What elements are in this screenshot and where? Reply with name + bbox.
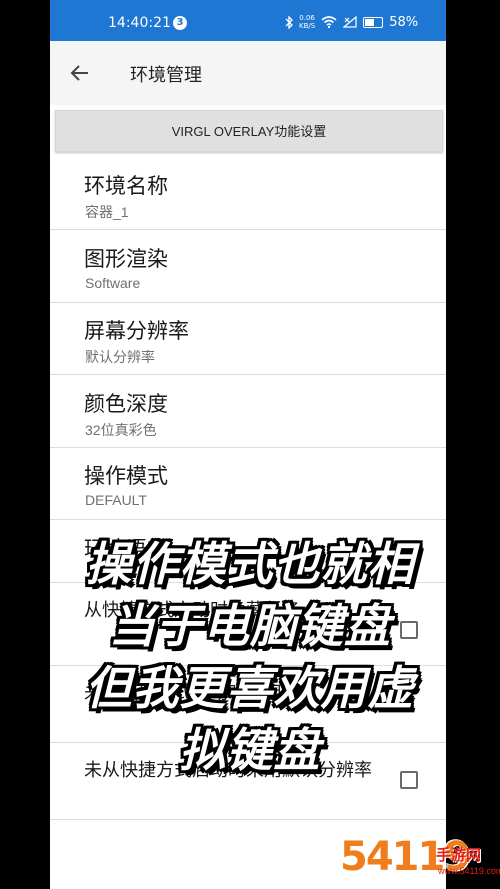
pref-screen-resolution[interactable]: 屏幕分辨率 默认分辨率 — [50, 303, 446, 375]
pref-summary: 默认分辨率 — [85, 349, 155, 365]
pref-operation-mode[interactable]: 操作模式 DEFAULT — [50, 448, 446, 520]
caption-line: 但我更喜欢用虚 — [85, 661, 415, 715]
pref-color-depth[interactable]: 颜色深度 32位真彩色 — [50, 376, 446, 448]
caption-line: 当于电脑键盘 — [109, 599, 391, 653]
pref-title: 环境名称 — [84, 174, 168, 198]
pref-title: 颜色深度 — [84, 392, 168, 416]
app-bar: 环境管理 — [50, 41, 446, 105]
pref-title: 操作模式 — [84, 464, 168, 488]
wifi-icon — [321, 16, 337, 28]
pref-title: 屏幕分辨率 — [84, 319, 189, 343]
watermark-site: www.54119.com — [438, 866, 500, 876]
status-bar: 14:40:21 3 0.06 KB/S 58% — [50, 0, 446, 41]
pref-summary: 32位真彩色 — [85, 422, 157, 438]
notification-badge: 3 — [173, 16, 187, 30]
net-speed-unit: KB/S — [299, 22, 316, 30]
net-speed-value: 0.06 — [299, 14, 315, 22]
net-speed: 0.06 KB/S — [299, 14, 315, 30]
battery-percent: 58% — [389, 14, 419, 30]
pref-environment-name[interactable]: 环境名称 容器_1 — [50, 158, 446, 230]
caption-overlay: 操作模式也就相 当于电脑键盘 但我更喜欢用虚 拟键盘 — [0, 533, 500, 781]
caption-line: 拟键盘 — [179, 723, 321, 777]
pref-graphics-render[interactable]: 图形渲染 Software — [50, 231, 446, 303]
pref-summary: Software — [85, 275, 141, 291]
pref-title: 图形渲染 — [84, 247, 168, 271]
virgl-overlay-settings-button[interactable]: VIRGL OVERLAY功能设置 — [55, 110, 443, 152]
page-title: 环境管理 — [130, 65, 202, 86]
watermark-name: 手游网 — [436, 846, 482, 864]
watermark-logo: 54119 手游网 www.54119.com — [340, 832, 500, 889]
no-signal-icon — [343, 16, 357, 28]
status-icons: 0.06 KB/S 58% — [285, 14, 418, 30]
battery-icon — [363, 16, 384, 28]
status-time: 14:40:21 — [108, 15, 171, 31]
battery-fill — [365, 18, 374, 26]
pref-summary: 容器_1 — [85, 204, 129, 220]
pref-summary: DEFAULT — [85, 492, 147, 508]
caption-line: 操作模式也就相 — [85, 537, 415, 591]
bluetooth-icon — [285, 15, 293, 29]
arrow-left-icon[interactable] — [68, 61, 92, 85]
